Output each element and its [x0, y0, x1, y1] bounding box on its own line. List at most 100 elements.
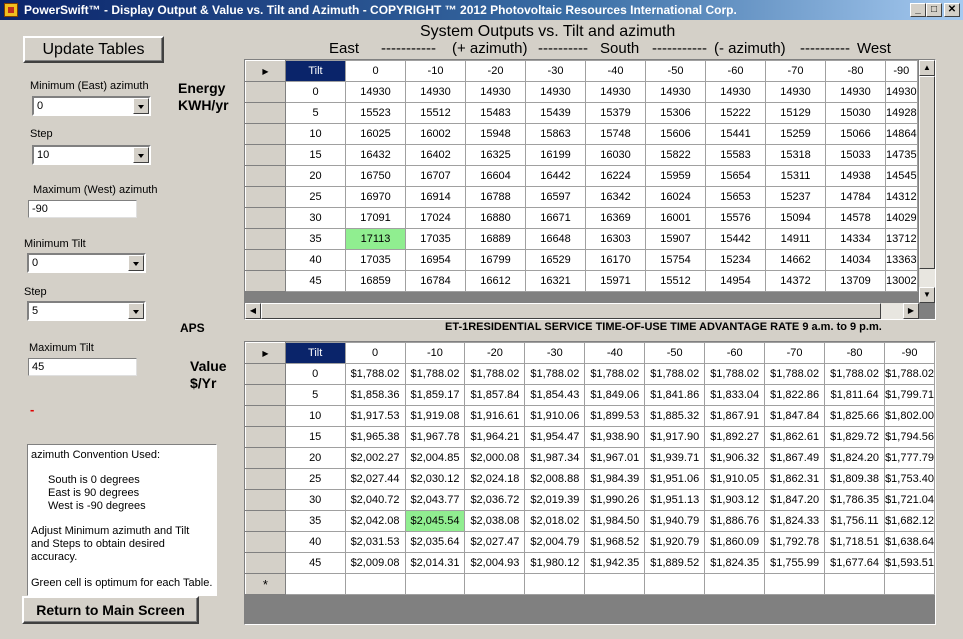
table-cell[interactable]: 16889 — [465, 228, 526, 250]
table-row[interactable]: 45 $2,009.08 $2,014.31 $2,004.93 $1,980.12 $1… — [245, 552, 935, 574]
table-cell[interactable]: $1,638.64 — [884, 531, 935, 553]
table-cell[interactable]: 15259 — [765, 123, 826, 145]
table-cell[interactable]: $1,841.86 — [644, 384, 706, 406]
table-cell[interactable]: $2,000.08 — [464, 447, 526, 469]
table-cell[interactable]: 16369 — [585, 207, 646, 229]
tilt-cell[interactable]: 25 — [285, 186, 346, 208]
table-cell[interactable]: $1,892.27 — [704, 426, 766, 448]
table-cell[interactable]: $2,038.08 — [464, 510, 526, 532]
column-header[interactable]: 0 — [345, 60, 406, 82]
tilt-cell[interactable]: 20 — [284, 447, 346, 469]
table-cell[interactable]: $1,886.76 — [704, 510, 766, 532]
tilt-cell[interactable]: 35 — [285, 228, 346, 250]
table-cell[interactable]: 16914 — [405, 186, 466, 208]
table-cell[interactable] — [764, 573, 826, 595]
table-cell[interactable]: 15318 — [765, 144, 826, 166]
column-header[interactable]: -90 — [884, 342, 935, 364]
energy-grid[interactable]: Tilt0-10-20-30-40-50-60-70-80-9001493014… — [244, 59, 936, 320]
scroll-thumb[interactable] — [261, 303, 881, 319]
table-cell[interactable]: 14578 — [825, 207, 886, 229]
horizontal-scrollbar[interactable]: ◀ ▶ — [245, 303, 919, 319]
table-cell[interactable]: $1,889.52 — [644, 552, 706, 574]
table-cell[interactable]: $1,967.78 — [404, 426, 466, 448]
table-cell[interactable]: 14034 — [825, 249, 886, 271]
table-cell[interactable]: 16529 — [525, 249, 586, 271]
table-cell[interactable]: 15066 — [825, 123, 886, 145]
table-cell[interactable]: 14312 — [885, 186, 918, 208]
table-cell[interactable]: 16750 — [345, 165, 406, 187]
table-cell[interactable]: 16954 — [405, 249, 466, 271]
table-cell[interactable]: $1,940.79 — [644, 510, 706, 532]
table-cell[interactable]: $1,788.02 — [584, 363, 646, 385]
table-cell[interactable]: $2,014.31 — [404, 552, 466, 574]
table-cell[interactable]: $1,867.91 — [704, 405, 766, 427]
column-header[interactable]: -80 — [825, 60, 886, 82]
table-cell[interactable]: $1,862.31 — [764, 468, 826, 490]
return-main-button[interactable]: Return to Main Screen — [22, 596, 199, 624]
tilt-cell[interactable]: 10 — [285, 123, 346, 145]
table-cell[interactable]: $1,942.35 — [584, 552, 646, 574]
table-cell[interactable]: 16612 — [465, 270, 526, 292]
table-row[interactable]: 40 $2,031.53 $2,035.64 $2,027.47 $2,004.79 $1… — [245, 531, 935, 553]
table-cell[interactable]: $1,799.71 — [884, 384, 935, 406]
chevron-down-icon[interactable] — [133, 147, 149, 163]
tilt-cell[interactable]: 0 — [284, 363, 346, 385]
azimuth-step-select[interactable]: 10 — [32, 145, 151, 165]
table-cell[interactable]: $1,903.12 — [704, 489, 766, 511]
table-cell[interactable]: $1,677.64 — [824, 552, 886, 574]
table-cell[interactable]: 15439 — [525, 102, 586, 124]
column-header[interactable]: -50 — [644, 342, 706, 364]
table-cell[interactable]: 15234 — [705, 249, 766, 271]
app-icon[interactable] — [4, 3, 18, 17]
table-row[interactable]: 0 $1,788.02 $1,788.02 $1,788.02 $1,788.02 $1,… — [245, 363, 935, 385]
table-cell[interactable]: 14029 — [885, 207, 918, 229]
table-cell[interactable]: $2,004.93 — [464, 552, 526, 574]
table-cell[interactable]: 15523 — [345, 102, 406, 124]
row-header[interactable] — [245, 81, 286, 103]
scroll-thumb[interactable] — [919, 76, 935, 269]
vertical-scrollbar[interactable]: ▲ ▼ — [919, 60, 935, 303]
table-cell[interactable]: $1,919.08 — [404, 405, 466, 427]
scroll-down-icon[interactable]: ▼ — [919, 287, 935, 303]
table-cell[interactable]: 15606 — [645, 123, 706, 145]
row-header[interactable] — [245, 249, 286, 271]
table-cell[interactable]: 15222 — [705, 102, 766, 124]
table-row[interactable]: 0 14930 14930 14930 14930 14930 14930 14930 1493… — [245, 81, 918, 103]
table-cell[interactable]: $1,967.01 — [584, 447, 646, 469]
scroll-right-icon[interactable]: ▶ — [903, 303, 919, 319]
table-cell[interactable]: $1,825.66 — [824, 405, 886, 427]
table-cell[interactable]: 14930 — [825, 81, 886, 103]
table-cell[interactable]: $1,987.34 — [524, 447, 586, 469]
tilt-cell[interactable]: 15 — [284, 426, 346, 448]
table-cell[interactable]: $1,788.02 — [764, 363, 826, 385]
table-cell[interactable]: 13709 — [825, 270, 886, 292]
tilt-cell[interactable]: 45 — [285, 270, 346, 292]
column-header[interactable]: Tilt — [284, 342, 346, 364]
column-header[interactable]: -10 — [404, 342, 466, 364]
table-cell[interactable]: 16170 — [585, 249, 646, 271]
table-cell[interactable]: 16321 — [525, 270, 586, 292]
table-cell[interactable]: 14372 — [765, 270, 826, 292]
table-cell[interactable]: 14930 — [885, 81, 918, 103]
table-cell[interactable]: 14930 — [405, 81, 466, 103]
table-row[interactable]: 20 $2,002.27 $2,004.85 $2,000.08 $1,987.34 $1… — [245, 447, 935, 469]
table-cell[interactable]: $1,794.56 — [884, 426, 935, 448]
table-cell[interactable]: 14930 — [705, 81, 766, 103]
tilt-cell[interactable]: 30 — [284, 489, 346, 511]
table-row[interactable]: 30 $2,040.72 $2,043.77 $2,036.72 $2,019.39 $1… — [245, 489, 935, 511]
tilt-cell[interactable]: 25 — [284, 468, 346, 490]
column-header[interactable]: -50 — [645, 60, 706, 82]
table-cell[interactable]: 15033 — [825, 144, 886, 166]
table-cell[interactable]: 13363 — [885, 249, 918, 271]
table-cell[interactable]: 16799 — [465, 249, 526, 271]
table-cell[interactable]: $1,984.39 — [584, 468, 646, 490]
table-cell[interactable]: $1,857.84 — [464, 384, 526, 406]
column-header[interactable]: -30 — [525, 60, 586, 82]
table-cell[interactable]: $1,822.86 — [764, 384, 826, 406]
table-cell[interactable]: 16707 — [405, 165, 466, 187]
column-header[interactable]: Tilt — [285, 60, 346, 82]
table-cell[interactable] — [464, 573, 526, 595]
table-row[interactable]: 10 16025 16002 15948 15863 15748 15606 15441 152… — [245, 123, 918, 145]
table-row[interactable]: 25 16970 16914 16788 16597 16342 16024 15653 152… — [245, 186, 918, 208]
table-cell[interactable]: $1,862.61 — [764, 426, 826, 448]
